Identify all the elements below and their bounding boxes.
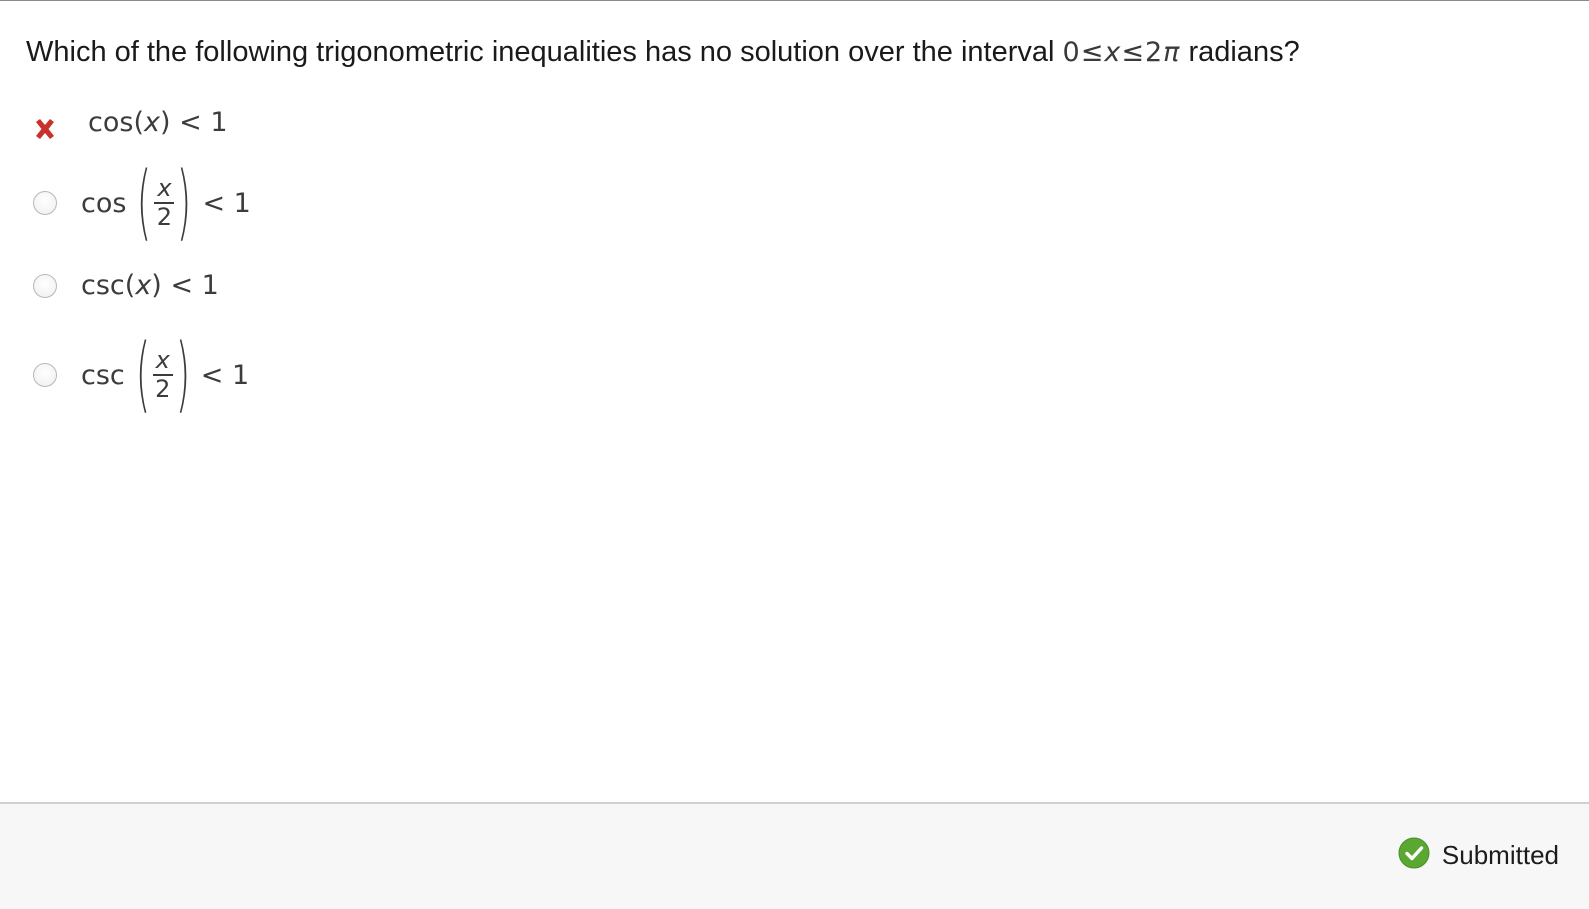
answer-option-4[interactable]: csc ( x 2 ) < 1 (30, 334, 249, 416)
option-2-expression: cos ( x 2 ) < 1 (81, 162, 251, 244)
option-2-numerator: x (157, 173, 172, 202)
answer-option-3[interactable]: csc(x) < 1 (30, 270, 219, 301)
check-circle-icon (1398, 837, 1430, 874)
question-suffix: radians? (1188, 36, 1300, 68)
radio-button-icon[interactable] (33, 363, 57, 387)
option-1-argument: x (143, 106, 160, 138)
option-1-expression: cos(x) < 1 (88, 107, 228, 138)
option-2-rhs: 1 (233, 187, 251, 219)
option-1-relation: < (179, 106, 202, 138)
option-2-left-paren: ( (137, 155, 152, 250)
option-4-rhs: 1 (231, 359, 250, 391)
option-1-open-paren: ( (133, 106, 144, 138)
footer-bar: Submitted (0, 802, 1589, 909)
radio-button-icon[interactable] (33, 273, 57, 298)
interval-lower: 0 (1062, 37, 1081, 68)
answer-option-2[interactable]: cos ( x 2 ) < 1 (30, 162, 251, 244)
option-2-fraction-group: ( x 2 ) (128, 162, 200, 244)
option-1-function: cos (88, 106, 134, 138)
option-4-fraction: x 2 (152, 345, 173, 403)
option-1-close-paren: ) (159, 106, 171, 138)
question-text: Which of the following trigonometric ine… (26, 30, 1300, 75)
option-4-relation: < (200, 359, 224, 391)
option-4-function: csc (81, 359, 125, 391)
interval-variable: x (1104, 37, 1122, 68)
option-4-expression: csc ( x 2 ) < 1 (81, 334, 249, 416)
option-3-open-paren: ( (124, 270, 136, 301)
option-1-rhs: 1 (210, 106, 228, 138)
top-divider (0, 0, 1589, 1)
option-3-argument: x (135, 270, 152, 301)
option-4-fraction-group: ( x 2 ) (127, 334, 199, 416)
question-prompt: Which of the following trigonometric ine… (26, 36, 1055, 68)
interval-relation-1: ≤ (1080, 37, 1105, 68)
x-mark-icon (30, 114, 60, 144)
option-3-rhs: 1 (201, 270, 219, 301)
option-2-relation: < (202, 187, 226, 219)
submitted-label: Submitted (1441, 840, 1559, 870)
option-3-expression: csc(x) < 1 (81, 270, 219, 301)
radio-button-icon[interactable] (33, 191, 57, 215)
option-4-right-paren: ) (175, 327, 190, 422)
option-4-numerator: x (155, 345, 170, 374)
interval-relation-2: ≤ (1121, 37, 1145, 68)
option-2-function: cos (81, 187, 127, 219)
option-4-denominator: 2 (155, 375, 171, 403)
option-2-denominator: 2 (156, 203, 173, 231)
option-4-left-paren: ( (135, 327, 150, 422)
interval-upper-symbol: π (1163, 37, 1181, 68)
interval-expression: 0≤x≤2π (1063, 37, 1181, 68)
option-2-right-paren: ) (177, 155, 192, 250)
option-3-close-paren: ) (151, 270, 162, 301)
submission-status: Submitted (1398, 837, 1559, 874)
option-2-fraction: x 2 (154, 173, 175, 231)
option-3-function: csc (81, 270, 125, 301)
answer-option-1[interactable]: cos(x) < 1 (30, 100, 228, 144)
interval-upper-number: 2 (1144, 37, 1164, 68)
option-3-relation: < (170, 270, 194, 301)
